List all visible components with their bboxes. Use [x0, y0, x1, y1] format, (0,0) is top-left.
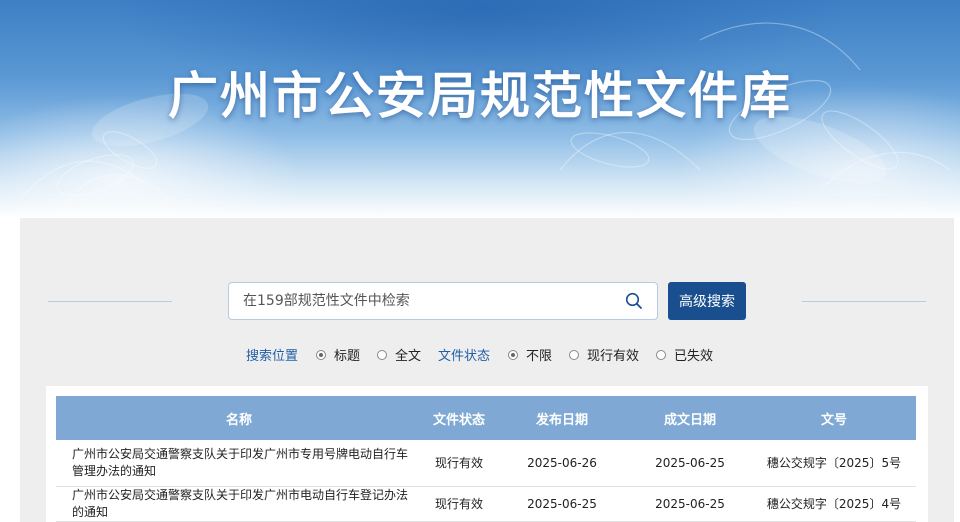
column-header-status[interactable]: 文件状态 — [422, 396, 496, 440]
column-header-written-date[interactable]: 成文日期 — [628, 396, 752, 440]
radio-button[interactable] — [656, 349, 666, 360]
radio-button[interactable] — [508, 349, 518, 360]
results-table: 名称 文件状态 发布日期 成文日期 文号 广州市公安局交通警察支队关于印发广州市… — [56, 396, 916, 522]
file-status-label: 文件状态 — [438, 349, 491, 364]
column-header-name[interactable]: 名称 — [56, 396, 422, 440]
radio-button[interactable] — [569, 349, 579, 360]
doc-number-cell: 穗公交规字〔2025〕5号 — [752, 440, 916, 487]
publish-date-cell: 2025-06-26 — [496, 440, 628, 487]
document-name-cell[interactable]: 广州市公安局交通警察支队关于印发广州市电动自行车登记办法的通知 — [56, 486, 422, 522]
document-title-link[interactable]: 广州市公安局交通警察支队关于印发广州市专用号牌电动自行车管理办法的通知 — [72, 447, 408, 478]
decorative-line-right — [802, 301, 926, 302]
search-icon[interactable] — [625, 292, 643, 310]
publish-date-cell: 2025-06-25 — [496, 486, 628, 522]
filter-bar: 搜索位置 标题 全文 文件状态 不限 现行有效 已失效 — [20, 345, 954, 365]
radio-label: 现行有效 — [587, 349, 640, 364]
status-cell: 现行有效 — [422, 486, 496, 522]
search-position-label: 搜索位置 — [246, 349, 299, 364]
doc-number-cell: 穗公交规字〔2025〕4号 — [752, 486, 916, 522]
radio-button[interactable] — [316, 349, 326, 360]
radio-label: 全文 — [395, 349, 422, 364]
radio-label: 标题 — [334, 349, 361, 364]
results-container: 名称 文件状态 发布日期 成文日期 文号 广州市公安局交通警察支队关于印发广州市… — [46, 386, 928, 522]
radio-position-fulltext[interactable]: 全文 — [377, 345, 421, 364]
radio-label: 已失效 — [674, 349, 714, 364]
table-row[interactable]: 广州市公安局交通警察支队关于印发广州市专用号牌电动自行车管理办法的通知 现行有效… — [56, 440, 916, 487]
search-panel: 高级搜索 搜索位置 标题 全文 文件状态 不限 现行有效 已失效 — [20, 218, 954, 522]
table-row[interactable]: 广州市公安局交通警察支队关于印发广州市电动自行车登记办法的通知 现行有效 202… — [56, 486, 916, 522]
header-banner: 广州市公安局规范性文件库 — [0, 0, 960, 218]
document-name-cell[interactable]: 广州市公安局交通警察支队关于印发广州市专用号牌电动自行车管理办法的通知 — [56, 440, 422, 487]
written-date-cell: 2025-06-25 — [628, 440, 752, 487]
radio-status-invalid[interactable]: 已失效 — [656, 345, 713, 364]
column-header-doc-number[interactable]: 文号 — [752, 396, 916, 440]
radio-position-title[interactable]: 标题 — [316, 345, 360, 364]
document-title-link[interactable]: 广州市公安局交通警察支队关于印发广州市电动自行车登记办法的通知 — [72, 488, 408, 519]
decorative-line-left — [48, 301, 172, 302]
radio-status-any[interactable]: 不限 — [508, 345, 552, 364]
column-header-publish-date[interactable]: 发布日期 — [496, 396, 628, 440]
table-header-row: 名称 文件状态 发布日期 成文日期 文号 — [56, 396, 916, 440]
advanced-search-button[interactable]: 高级搜索 — [668, 282, 746, 320]
search-input[interactable] — [229, 283, 619, 319]
status-cell: 现行有效 — [422, 440, 496, 487]
radio-button[interactable] — [377, 349, 387, 360]
radio-label: 不限 — [526, 349, 553, 364]
written-date-cell: 2025-06-25 — [628, 486, 752, 522]
search-box — [228, 282, 658, 320]
page-title: 广州市公安局规范性文件库 — [168, 67, 792, 125]
radio-status-valid[interactable]: 现行有效 — [569, 345, 639, 364]
